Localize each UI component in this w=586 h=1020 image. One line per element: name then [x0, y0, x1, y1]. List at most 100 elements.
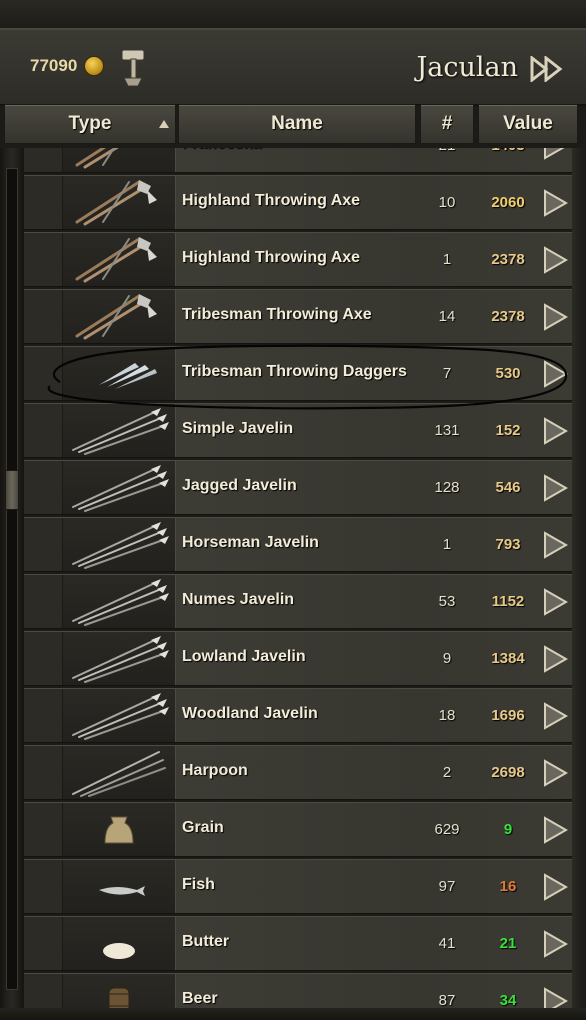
item-row[interactable]: Highland Throwing Axe 1 2378	[24, 232, 572, 287]
item-value: 152	[495, 422, 521, 439]
item-row[interactable]: Grain 629 9	[24, 802, 572, 857]
sort-ascending-icon	[159, 120, 169, 128]
item-name: Tribesman Throwing Daggers	[182, 363, 407, 380]
item-row[interactable]: Franceska 211403	[24, 148, 572, 173]
hammer-icon[interactable]	[118, 46, 150, 95]
item-value: 1696	[491, 707, 525, 724]
item-quantity: 128	[434, 479, 460, 496]
transfer-arrow-icon[interactable]	[542, 873, 569, 901]
transfer-arrow-icon[interactable]	[542, 816, 569, 844]
fast-forward-icon[interactable]	[530, 54, 564, 84]
transfer-arrow-icon[interactable]	[542, 987, 569, 1008]
scrollbar-thumb[interactable]	[5, 470, 19, 510]
column-header-name[interactable]: Name	[178, 104, 416, 144]
window-frame-right	[572, 148, 586, 1008]
transfer-arrow-icon[interactable]	[542, 531, 569, 559]
trader-name: Jaculan	[416, 52, 518, 83]
item-value: 1152	[491, 593, 525, 610]
transfer-arrow-icon[interactable]	[542, 645, 569, 673]
item-row[interactable]: Woodland Javelin 18 1696	[24, 688, 572, 743]
item-quantity: 131	[434, 422, 460, 439]
item-row[interactable]: Lowland Javelin 9 1384	[24, 631, 572, 686]
item-quantity: 10	[438, 194, 456, 211]
item-value: 16	[499, 878, 517, 895]
gold-amount: 77090	[30, 56, 78, 75]
item-row[interactable]: Simple Javelin 131 152	[24, 403, 572, 458]
item-thumbnail	[62, 803, 176, 856]
item-thumbnail	[62, 176, 176, 229]
item-row[interactable]: Tribesman Throwing Daggers 7 530	[24, 346, 572, 401]
item-row[interactable]: Numes Javelin 53 1152	[24, 574, 572, 629]
item-row[interactable]: Horseman Javelin 1 793	[24, 517, 572, 572]
item-value: 1403	[480, 148, 536, 154]
item-value: 546	[495, 479, 521, 496]
item-value: 9	[503, 821, 513, 838]
transfer-arrow-icon[interactable]	[542, 360, 569, 388]
column-header-value-label: Value	[503, 113, 553, 134]
item-quantity: 41	[438, 935, 456, 952]
item-name: Grain	[182, 819, 224, 836]
item-name: Harpoon	[182, 762, 248, 779]
column-header-name-label: Name	[271, 113, 323, 134]
item-quantity: 2	[442, 764, 452, 781]
column-header-type-label: Type	[68, 113, 112, 134]
item-quantity: 1	[442, 251, 452, 268]
item-value: 2698	[491, 764, 525, 781]
transfer-arrow-icon[interactable]	[542, 702, 569, 730]
item-value: 34	[499, 992, 517, 1008]
transfer-arrow-icon[interactable]	[542, 759, 569, 787]
transfer-arrow-icon[interactable]	[542, 474, 569, 502]
item-quantity: 87	[438, 992, 456, 1008]
item-thumbnail	[62, 290, 176, 343]
item-name: Woodland Javelin	[182, 705, 318, 722]
transfer-arrow-icon[interactable]	[542, 930, 569, 958]
item-list: Franceska211403Highland Throwing Axe1020…	[24, 148, 572, 1008]
item-thumbnail	[62, 632, 176, 685]
item-quantity: 97	[438, 878, 456, 895]
item-thumbnail	[62, 917, 176, 970]
transfer-arrow-icon[interactable]	[542, 246, 569, 274]
item-name: Highland Throwing Axe	[182, 249, 361, 266]
item-quantity: 7	[442, 365, 452, 382]
item-name: Tribesman Throwing Axe	[182, 306, 372, 323]
item-value: 793	[495, 536, 521, 553]
window-frame	[0, 0, 586, 30]
scrollbar-rail	[6, 168, 18, 990]
item-thumbnail	[62, 689, 176, 742]
gold-coin-icon	[84, 56, 104, 76]
item-value: 2060	[491, 194, 525, 211]
item-row[interactable]: Highland Throwing Axe 10 2060	[24, 175, 572, 230]
transfer-arrow-icon[interactable]	[542, 588, 569, 616]
item-name: Butter	[182, 933, 230, 950]
item-value: 2378	[491, 251, 525, 268]
item-name: Beer	[182, 990, 218, 1007]
transfer-arrow-icon[interactable]	[542, 148, 568, 160]
item-row[interactable]: Tribesman Throwing Axe 14 2378	[24, 289, 572, 344]
column-header-type[interactable]: Type	[4, 104, 176, 144]
item-name: Jagged Javelin	[182, 477, 297, 494]
item-thumbnail	[62, 575, 176, 628]
item-quantity: 629	[434, 821, 460, 838]
trade-header: 77090 Jaculan	[0, 28, 586, 106]
item-name: Franceska	[182, 148, 261, 153]
item-name: Simple Javelin	[182, 420, 294, 437]
column-header-value[interactable]: Value	[478, 104, 578, 144]
item-thumbnail	[62, 461, 176, 514]
item-name: Numes Javelin	[182, 591, 295, 608]
transfer-arrow-icon[interactable]	[542, 303, 569, 331]
item-thumbnail	[62, 404, 176, 457]
item-row[interactable]: Jagged Javelin 128 546	[24, 460, 572, 515]
item-quantity: 53	[438, 593, 456, 610]
transfer-arrow-icon[interactable]	[542, 189, 569, 217]
column-header-count[interactable]: #	[420, 104, 474, 144]
item-thumbnail	[62, 233, 176, 286]
item-thumbnail	[62, 347, 176, 400]
item-row[interactable]: Fish 97 16	[24, 859, 572, 914]
item-thumbnail	[62, 148, 176, 172]
item-quantity: 21	[414, 148, 480, 154]
scrollbar[interactable]	[0, 148, 24, 1008]
transfer-arrow-icon[interactable]	[542, 417, 569, 445]
item-row[interactable]: Harpoon 2 2698	[24, 745, 572, 800]
item-row[interactable]: Butter 41 21	[24, 916, 572, 971]
item-row[interactable]: Beer 87 34	[24, 973, 572, 1008]
